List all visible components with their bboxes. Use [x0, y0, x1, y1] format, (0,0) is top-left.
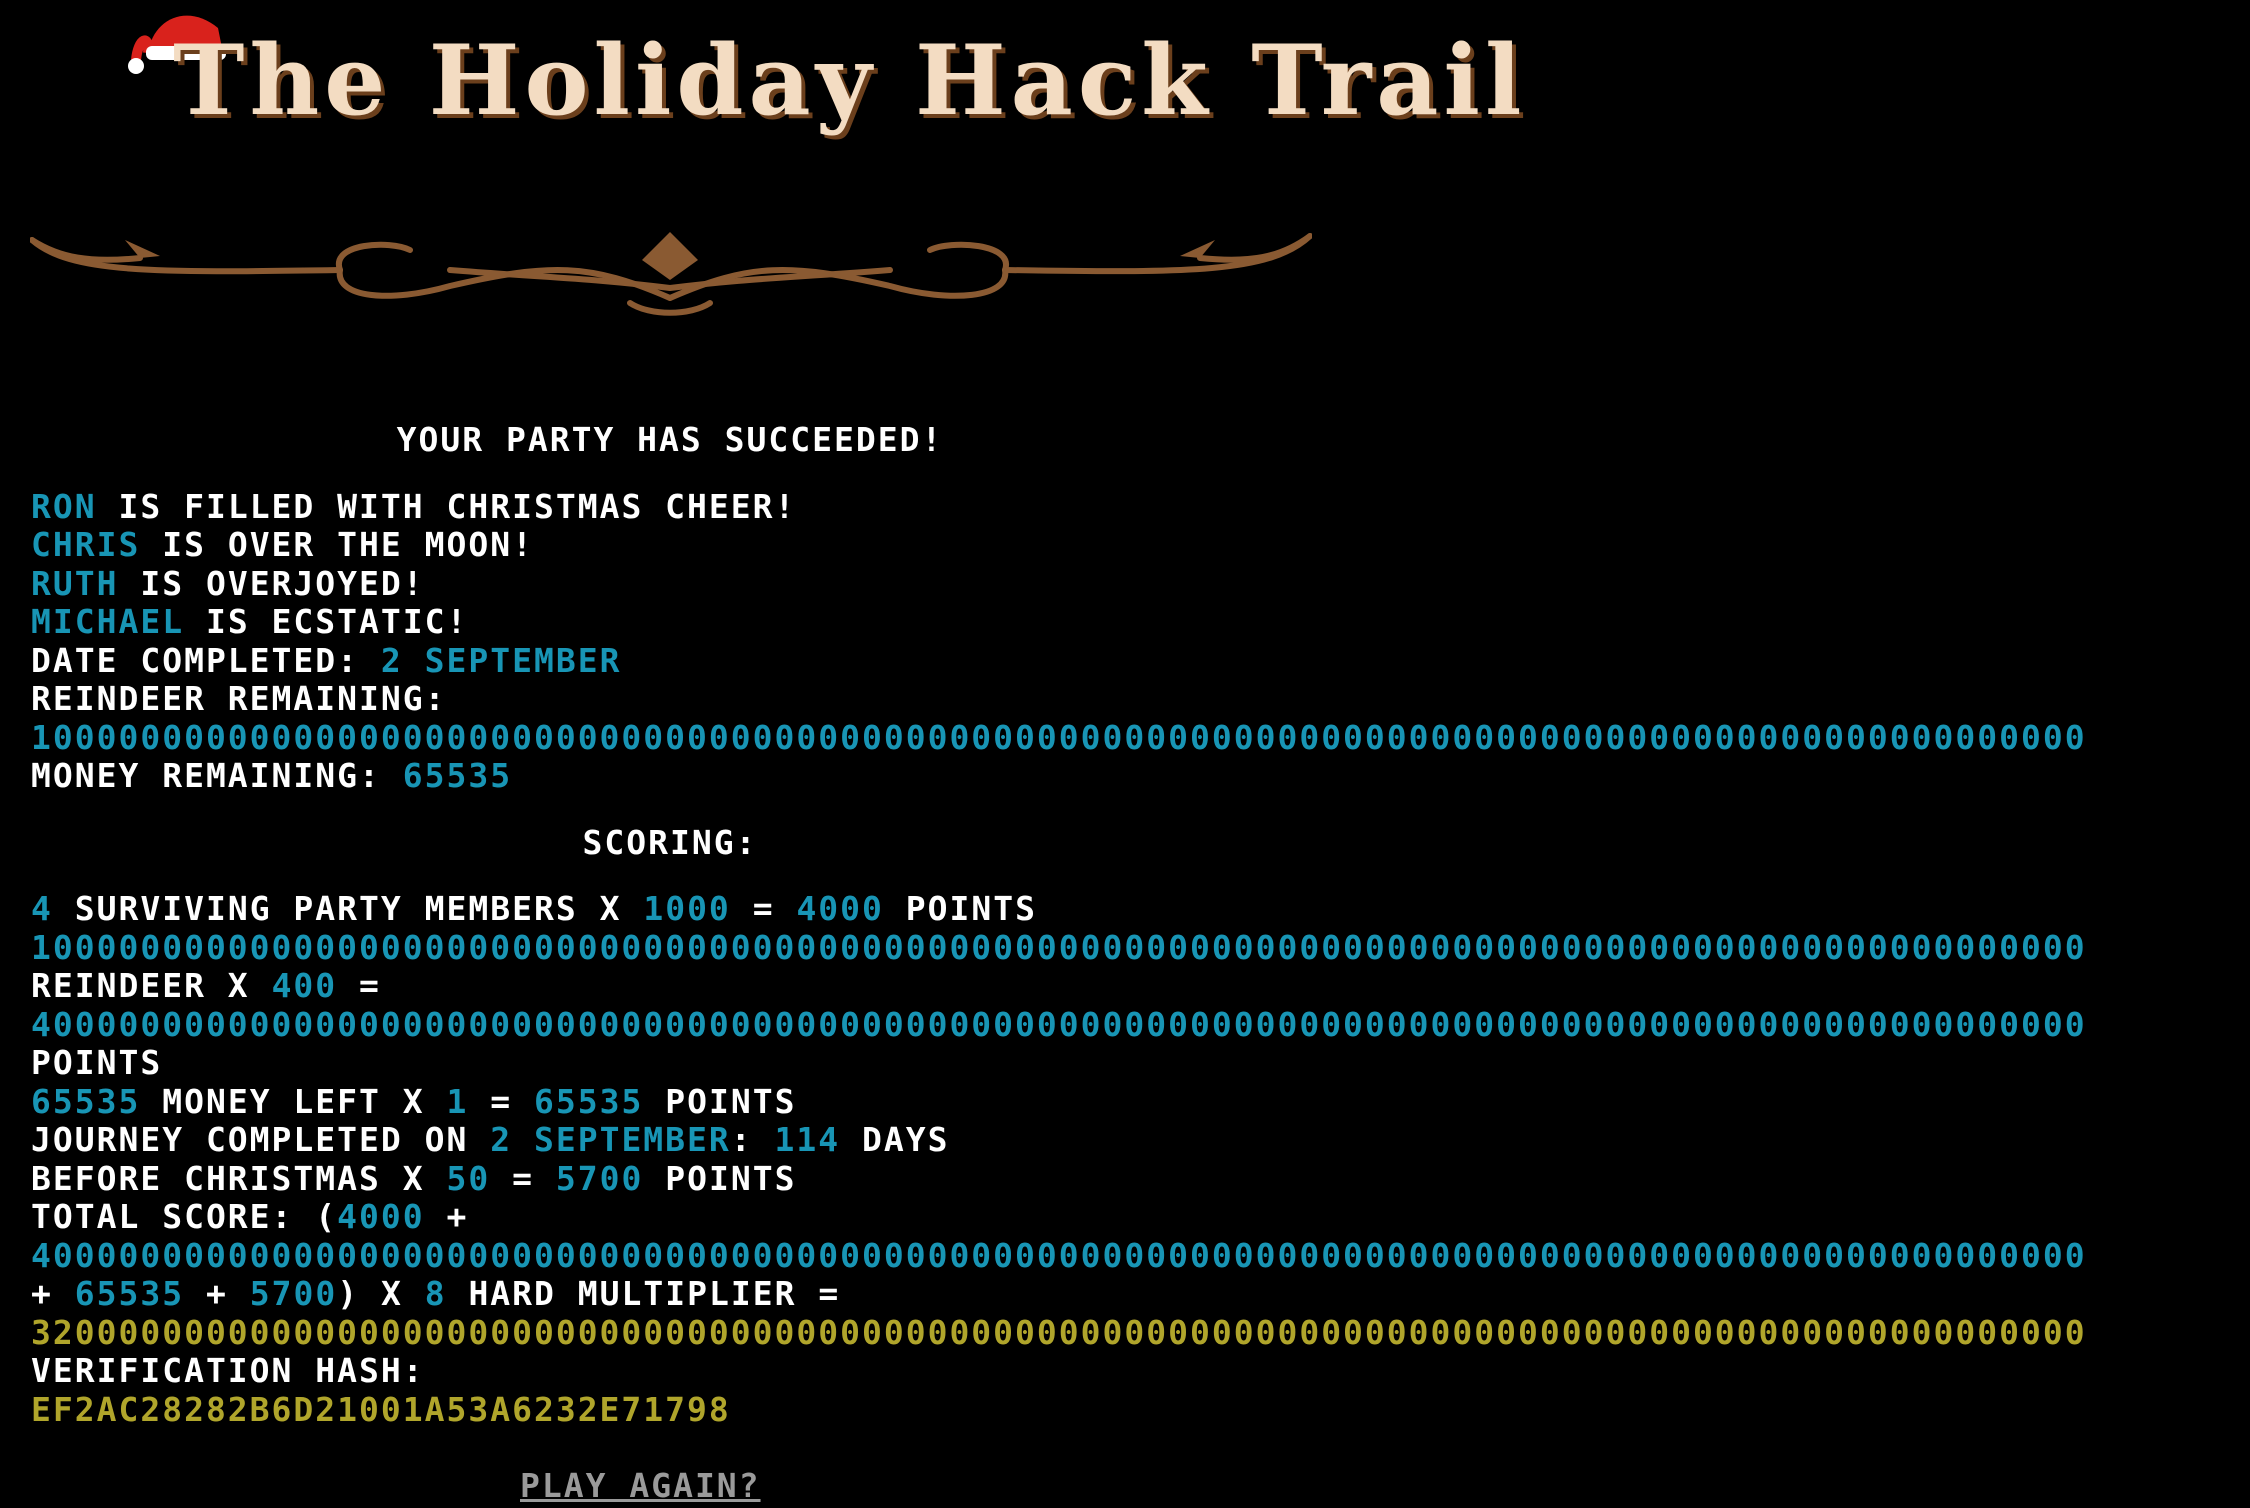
- reindeer-remaining-value: 1000000000000000000000000000000000000000…: [31, 717, 2087, 757]
- journey-text: JOURNEY COMPLETED ON: [31, 1120, 469, 1159]
- equals-sign: =: [359, 966, 381, 1005]
- reindeer-text: REINDEER X: [31, 966, 250, 1005]
- date-completed-value: 2 SEPTEMBER: [380, 640, 622, 680]
- points-word: POINTS: [31, 1043, 163, 1082]
- game-title: The Holiday Hack Trail: [173, 24, 1527, 137]
- hard-multiplier-value: 8: [424, 1274, 447, 1313]
- money-multiplier: 1: [446, 1081, 469, 1121]
- total-close: ) X: [337, 1274, 403, 1313]
- ornamental-divider: [30, 232, 1312, 316]
- plus-sign: +: [31, 1274, 53, 1313]
- days-word: DAYS: [862, 1120, 950, 1159]
- members-points: 4000: [796, 889, 884, 928]
- before-text: BEFORE CHRISTMAS X: [31, 1158, 425, 1198]
- points-word: POINTS: [665, 1158, 797, 1198]
- score-before-row: BEFORE CHRISTMAS X 50 = 5700 POINTS: [31, 1158, 2250, 1199]
- results-panel: YOUR PARTY HAS SUCCEEDED! RON IS FILLED …: [31, 421, 2250, 1429]
- party-member-row: RUTH IS OVERJOYED!: [31, 563, 2250, 604]
- hard-multiplier-text: HARD MULTIPLIER =: [468, 1274, 841, 1313]
- equals-sign: =: [490, 1081, 513, 1121]
- verification-hash-value: EF2AC28282B6D21001A53A6232E71798: [31, 1389, 731, 1429]
- reindeer-multiplier: 400: [271, 966, 338, 1005]
- total-score-label: TOTAL SCORE: (: [31, 1197, 338, 1236]
- party-member-status: IS FILLED WITH CHRISTMAS CHEER!: [118, 486, 797, 526]
- party-member-name: RON: [31, 486, 97, 526]
- party-member-status: IS OVER THE MOON!: [162, 525, 534, 564]
- party-member-row: CHRIS IS OVER THE MOON!: [31, 525, 2250, 565]
- verification-hash-label: VERIFICATION HASH:: [31, 1351, 425, 1390]
- journey-date: 2 SEPTEMBER: [490, 1120, 731, 1159]
- equals-sign: =: [512, 1158, 534, 1198]
- reindeer-count-value: 1000000000000000000000000000000000000000…: [31, 927, 2087, 967]
- play-again-link[interactable]: PLAY AGAIN?: [520, 1466, 761, 1505]
- journey-days: 114: [774, 1120, 841, 1159]
- party-member-status: IS OVERJOYED!: [140, 563, 425, 603]
- money-remaining-row: MONEY REMAINING: 65535: [31, 756, 2250, 796]
- date-completed-label: DATE COMPLETED:: [31, 640, 360, 680]
- plus-sign: +: [446, 1197, 469, 1236]
- score-money-row: 65535 MONEY LEFT X 1 = 65535 POINTS: [31, 1081, 2250, 1122]
- party-member-name: CHRIS: [31, 525, 141, 564]
- party-member-row: MICHAEL IS ECSTATIC!: [31, 602, 2250, 642]
- money-remaining-label: MONEY REMAINING:: [31, 756, 381, 795]
- score-journey-row: JOURNEY COMPLETED ON 2 SEPTEMBER: 114 DA…: [31, 1120, 2250, 1160]
- total-score-value: 3200000000000000000000000000000000000000…: [31, 1312, 2087, 1352]
- party-member-name: RUTH: [31, 563, 119, 603]
- total-term-members: 4000: [337, 1197, 425, 1236]
- total-term-money: 65535: [74, 1274, 185, 1313]
- points-word: POINTS: [665, 1081, 797, 1121]
- success-heading: YOUR PARTY HAS SUCCEEDED!: [396, 421, 944, 459]
- members-text: SURVIVING PARTY MEMBERS X: [74, 889, 622, 928]
- before-points: 5700: [555, 1158, 644, 1198]
- plus-sign: +: [205, 1274, 228, 1313]
- total-score-row-continued: + 65535 + 5700) X 8 HARD MULTIPLIER =: [31, 1274, 2250, 1314]
- money-points: 65535: [534, 1081, 644, 1121]
- points-word: POINTS: [905, 889, 1038, 928]
- score-members-row: 4 SURVIVING PARTY MEMBERS X 1000 = 4000 …: [31, 889, 2250, 929]
- total-term-reindeer: 4000000000000000000000000000000000000000…: [31, 1235, 2087, 1275]
- reindeer-remaining-label: REINDEER REMAINING:: [31, 679, 447, 718]
- date-completed-row: DATE COMPLETED: 2 SEPTEMBER: [31, 640, 2250, 681]
- total-term-journey: 5700: [249, 1274, 338, 1313]
- scoring-heading: SCORING:: [582, 822, 758, 862]
- total-score-row: TOTAL SCORE: (4000 +: [31, 1197, 2250, 1237]
- members-count: 4: [31, 889, 53, 928]
- money-remaining-value: 65535: [402, 756, 513, 795]
- journey-colon: :: [730, 1120, 753, 1159]
- money-count: 65535: [31, 1081, 141, 1121]
- members-multiplier: 1000: [643, 889, 731, 928]
- party-member-name: MICHAEL: [31, 602, 185, 641]
- score-reindeer-row: REINDEER X 400 =: [31, 966, 2250, 1006]
- money-text: MONEY LEFT X: [162, 1081, 425, 1121]
- before-multiplier: 50: [446, 1158, 491, 1198]
- equals-sign: =: [752, 889, 775, 928]
- party-member-status: IS ECSTATIC!: [205, 602, 469, 641]
- reindeer-points-value: 4000000000000000000000000000000000000000…: [31, 1004, 2087, 1044]
- party-member-row: RON IS FILLED WITH CHRISTMAS CHEER!: [31, 486, 2250, 527]
